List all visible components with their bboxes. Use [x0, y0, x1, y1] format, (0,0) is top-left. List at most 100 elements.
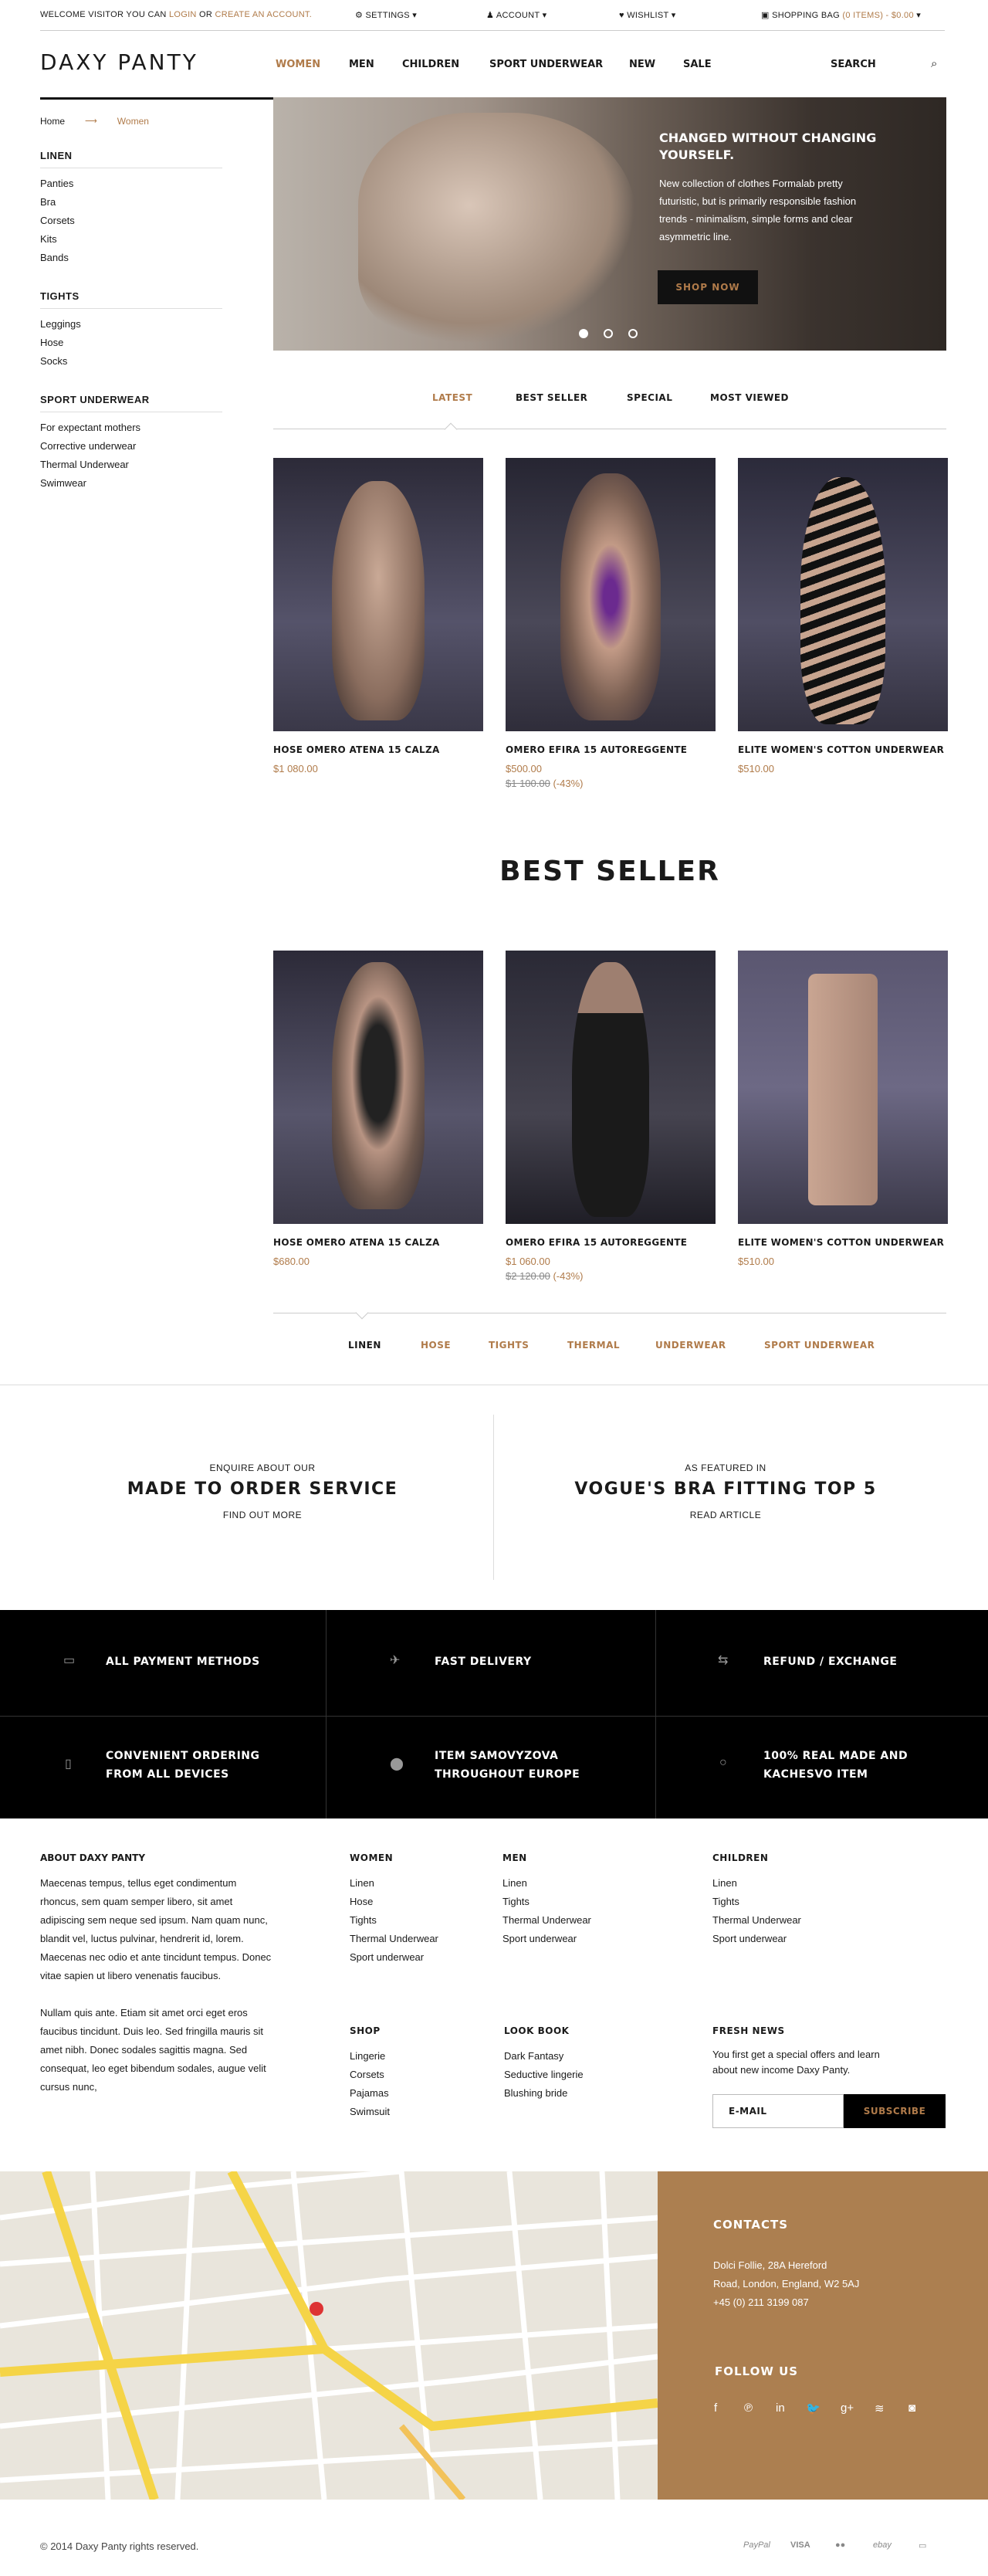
footer-link[interactable]: Linen: [350, 1874, 438, 1893]
footer-link[interactable]: Corsets: [350, 2066, 390, 2084]
shopping-bag-menu[interactable]: ▣ SHOPPING BAG (0 ITEMS) - $0.00 ▾: [761, 10, 921, 20]
product-name[interactable]: ELITE WOMEN'S COTTON UNDERWEAR: [738, 744, 944, 755]
category-hose[interactable]: HOSE: [421, 1340, 451, 1351]
footer-link[interactable]: Linen: [502, 1874, 591, 1893]
nav-new[interactable]: NEW: [629, 59, 655, 70]
product-image[interactable]: [738, 458, 948, 731]
product-name[interactable]: OMERO EFIRA 15 AUTOREGGENTE: [506, 1237, 687, 1248]
category-indicator: [355, 1306, 369, 1320]
footer-link[interactable]: Tights: [502, 1893, 591, 1911]
footer-link[interactable]: Dark Fantasy: [504, 2047, 584, 2066]
sidebar-item-corrective[interactable]: Corrective underwear: [40, 437, 222, 456]
product-price: $500.00: [506, 763, 542, 774]
mastercard-icon: ●●: [835, 2540, 846, 2550]
discount-badge: (-43%): [553, 1270, 584, 1282]
sidebar-item-socks[interactable]: Socks: [40, 352, 222, 371]
sidebar-item-hose[interactable]: Hose: [40, 334, 222, 352]
footer-link[interactable]: Linen: [712, 1874, 801, 1893]
nav-children[interactable]: CHILDREN: [402, 59, 459, 70]
sidebar-item-swimwear[interactable]: Swimwear: [40, 474, 222, 493]
rss-icon[interactable]: ≋: [875, 2401, 885, 2415]
facebook-icon[interactable]: f: [714, 2401, 717, 2415]
footer-link[interactable]: Swimsuit: [350, 2103, 390, 2121]
category-linen[interactable]: LINEN: [348, 1340, 381, 1351]
category-tights[interactable]: TIGHTS: [489, 1340, 529, 1351]
footer-link[interactable]: Pajamas: [350, 2084, 390, 2103]
nav-women[interactable]: WOMEN: [276, 59, 320, 70]
heart-icon: ♥: [619, 11, 628, 20]
location-map[interactable]: [0, 2171, 658, 2500]
subscribe-button[interactable]: SUBSCRIBE: [844, 2094, 946, 2128]
instagram-icon[interactable]: ◙: [908, 2401, 915, 2415]
nav-men[interactable]: MEN: [349, 59, 374, 70]
category-underwear[interactable]: UNDERWEAR: [655, 1340, 726, 1351]
feature-divider: [0, 1716, 988, 1717]
sidebar-item-expectant[interactable]: For expectant mothers: [40, 419, 222, 437]
feature-line: ALL PAYMENT METHODS: [106, 1656, 260, 1668]
product-name[interactable]: OMERO EFIRA 15 AUTOREGGENTE: [506, 744, 687, 755]
shop-now-button[interactable]: SHOP NOW: [658, 270, 758, 304]
breadcrumb-home[interactable]: Home: [40, 116, 65, 127]
footer-link[interactable]: Sport underwear: [502, 1930, 591, 1948]
wishlist-menu[interactable]: ♥ WISHLIST ▾: [619, 10, 676, 20]
slider-dot-3[interactable]: [628, 329, 638, 338]
footer-link[interactable]: Lingerie: [350, 2047, 390, 2066]
account-menu[interactable]: ♟ ACCOUNT ▾: [486, 10, 546, 20]
footer-link[interactable]: Tights: [712, 1893, 801, 1911]
create-account-link[interactable]: CREATE AN ACCOUNT.: [215, 10, 312, 19]
logo[interactable]: DAXY PANTY: [40, 49, 198, 75]
footer-link[interactable]: Seductive lingerie: [504, 2066, 584, 2084]
footer-link[interactable]: Sport underwear: [712, 1930, 801, 1948]
googleplus-icon[interactable]: g+: [841, 2401, 854, 2415]
product-image[interactable]: [273, 951, 483, 1224]
nav-sale[interactable]: SALE: [683, 59, 712, 70]
product-name[interactable]: HOSE OMERO ATENA 15 CALZA: [273, 744, 440, 755]
footer-link[interactable]: Blushing bride: [504, 2084, 584, 2103]
search-icon[interactable]: ⌕: [931, 57, 937, 70]
product-image[interactable]: [273, 458, 483, 731]
product-image[interactable]: [506, 951, 716, 1224]
visa-icon: VISA: [790, 2540, 810, 2550]
settings-menu[interactable]: ⚙ SETTINGS ▾: [355, 10, 417, 20]
sidebar-item-panties[interactable]: Panties: [40, 175, 222, 193]
tab-special[interactable]: SPECIAL: [627, 392, 672, 403]
read-article-link[interactable]: READ ARTICLE: [502, 1510, 949, 1520]
twitter-icon[interactable]: 🐦: [806, 2401, 821, 2415]
product-name[interactable]: ELITE WOMEN'S COTTON UNDERWEAR: [738, 1237, 944, 1248]
follow-us-title: FOLLOW US: [715, 2364, 799, 2378]
tab-best-seller[interactable]: BEST SELLER: [516, 392, 587, 403]
product-name[interactable]: HOSE OMERO ATENA 15 CALZA: [273, 1237, 440, 1248]
tab-most-viewed[interactable]: MOST VIEWED: [710, 392, 789, 403]
slider-dot-2[interactable]: [604, 329, 613, 338]
product-image[interactable]: [506, 458, 716, 731]
footer-link[interactable]: Tights: [350, 1911, 438, 1930]
category-thermal[interactable]: THERMAL: [567, 1340, 620, 1351]
find-out-more-link[interactable]: FIND OUT MORE: [39, 1510, 486, 1520]
pinterest-icon[interactable]: ℗: [744, 2401, 753, 2415]
sidebar-item-bra[interactable]: Bra: [40, 193, 222, 212]
sidebar-item-leggings[interactable]: Leggings: [40, 315, 222, 334]
chevron-down-icon: ▾: [409, 11, 418, 20]
sidebar-item-thermal[interactable]: Thermal Underwear: [40, 456, 222, 474]
promo-made-to-order: ENQUIRE ABOUT OUR MADE TO ORDER SERVICE …: [39, 1463, 486, 1520]
footer-link[interactable]: Hose: [350, 1893, 438, 1911]
footer-link[interactable]: Thermal Underwear: [712, 1911, 801, 1930]
bag-count: 0 ITEMS) - $0.00: [845, 11, 914, 20]
category-sport-underwear[interactable]: SPORT UNDERWEAR: [764, 1340, 875, 1351]
promo-small: AS FEATURED IN: [685, 1463, 766, 1473]
user-icon: ♟: [486, 11, 496, 20]
linkedin-icon[interactable]: in: [776, 2401, 785, 2415]
email-input[interactable]: E-MAIL: [712, 2094, 844, 2128]
sidebar-item-bands[interactable]: Bands: [40, 249, 222, 267]
login-link[interactable]: LOGIN: [169, 10, 197, 19]
slider-dot-1[interactable]: [579, 329, 588, 338]
sidebar-item-kits[interactable]: Kits: [40, 230, 222, 249]
nav-sport-underwear[interactable]: SPORT UNDERWEAR: [489, 59, 603, 70]
footer-link[interactable]: Thermal Underwear: [502, 1911, 591, 1930]
sidebar-item-corsets[interactable]: Corsets: [40, 212, 222, 230]
product-image[interactable]: [738, 951, 948, 1224]
tab-latest[interactable]: LATEST: [432, 392, 472, 403]
search-link[interactable]: SEARCH: [831, 59, 876, 70]
footer-link[interactable]: Sport underwear: [350, 1948, 438, 1967]
footer-link[interactable]: Thermal Underwear: [350, 1930, 438, 1948]
